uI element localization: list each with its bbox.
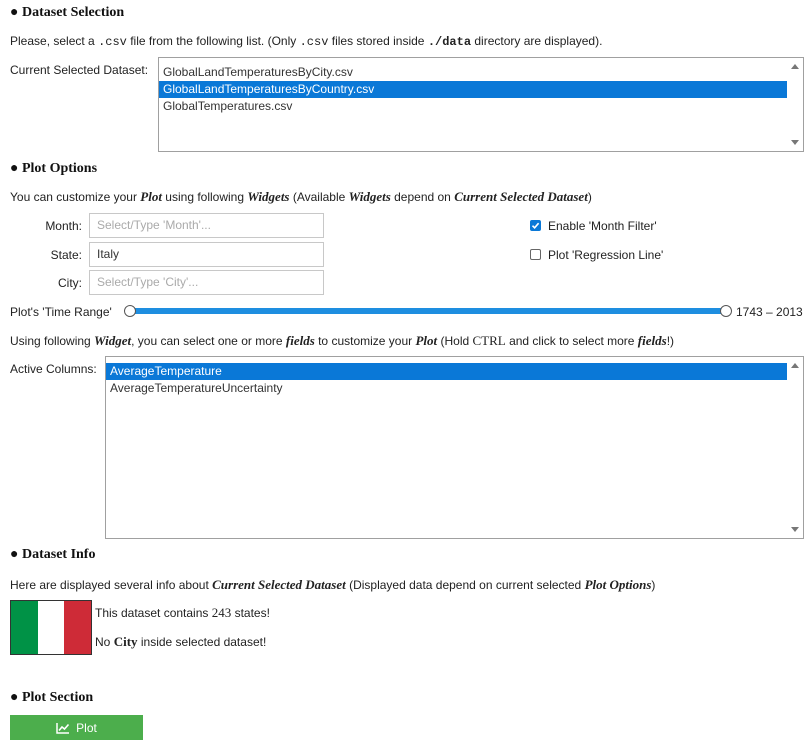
no-city-text: No City inside selected dataset! [95, 634, 267, 649]
bullet-icon: ● [10, 161, 19, 176]
states-count-text: This dataset contains 243 states! [95, 605, 270, 620]
dataset-option[interactable]: GlobalLandTemperaturesByCountry.csv [159, 81, 787, 98]
dataset-option[interactable]: GlobalLandTemperaturesByCity.csv [159, 64, 787, 81]
month-label: Month: [45, 219, 82, 233]
bullet-icon: ● [10, 547, 19, 562]
time-range-value: 1743 – 2013 [736, 305, 803, 319]
flag-stripe [64, 601, 92, 654]
check-icon [531, 222, 540, 229]
plot-section-heading: ● Plot Section [10, 690, 94, 705]
italy-flag-icon [10, 600, 92, 655]
state-label: State: [50, 248, 82, 262]
scroll-up-icon[interactable] [791, 64, 799, 69]
plot-button[interactable]: Plot [10, 715, 143, 740]
time-range-slider-track[interactable] [130, 308, 726, 314]
active-columns-listbox[interactable]: AverageTemperature AverageTemperatureUnce… [105, 356, 804, 539]
city-input[interactable]: Select/Type 'City'... [89, 270, 324, 295]
column-option[interactable]: AverageTemperature [106, 363, 787, 380]
city-label: City: [58, 276, 82, 290]
enable-month-filter-checkbox[interactable] [530, 220, 541, 231]
dataset-listbox-scrollbar[interactable] [787, 58, 803, 151]
dataset-info-heading: ● Dataset Info [10, 547, 96, 562]
time-range-label: Plot's 'Time Range' [10, 305, 112, 319]
current-dataset-label: Current Selected Dataset: [10, 63, 149, 77]
active-columns-label: Active Columns: [10, 362, 97, 376]
dataset-selection-description: Please, select a .csv file from the foll… [10, 34, 603, 49]
regression-line-label: Plot 'Regression Line' [548, 248, 664, 262]
time-range-min-handle[interactable] [124, 305, 136, 317]
plot-button-label: Plot [76, 720, 97, 735]
flag-stripe [37, 601, 65, 654]
regression-line-checkbox[interactable] [530, 249, 541, 260]
column-option[interactable]: AverageTemperatureUncertainty [106, 380, 787, 397]
enable-month-filter-label: Enable 'Month Filter' [548, 219, 657, 233]
plot-options-heading: ● Plot Options [10, 161, 98, 176]
time-range-max-handle[interactable] [720, 305, 732, 317]
fields-description: Using following Widget, you can select o… [10, 333, 675, 348]
scroll-down-icon[interactable] [791, 140, 799, 145]
bullet-icon: ● [10, 5, 19, 20]
plot-options-description: You can customize your Plot using follow… [10, 189, 592, 204]
flag-stripe [11, 601, 38, 654]
columns-listbox-scrollbar[interactable] [787, 357, 803, 538]
state-input[interactable]: Italy [89, 242, 324, 267]
bullet-icon: ● [10, 690, 19, 705]
dataset-option[interactable]: GlobalTemperatures.csv [159, 98, 787, 115]
dataset-listbox[interactable]: GlobalLandTemperaturesByCity.csv GlobalLa… [158, 57, 804, 152]
dataset-selection-heading: ● Dataset Selection [10, 5, 125, 20]
line-chart-icon [56, 722, 70, 734]
dataset-info-description: Here are displayed several info about Cu… [10, 577, 656, 592]
scroll-down-icon[interactable] [791, 527, 799, 532]
month-input[interactable]: Select/Type 'Month'... [89, 213, 324, 238]
scroll-up-icon[interactable] [791, 363, 799, 368]
